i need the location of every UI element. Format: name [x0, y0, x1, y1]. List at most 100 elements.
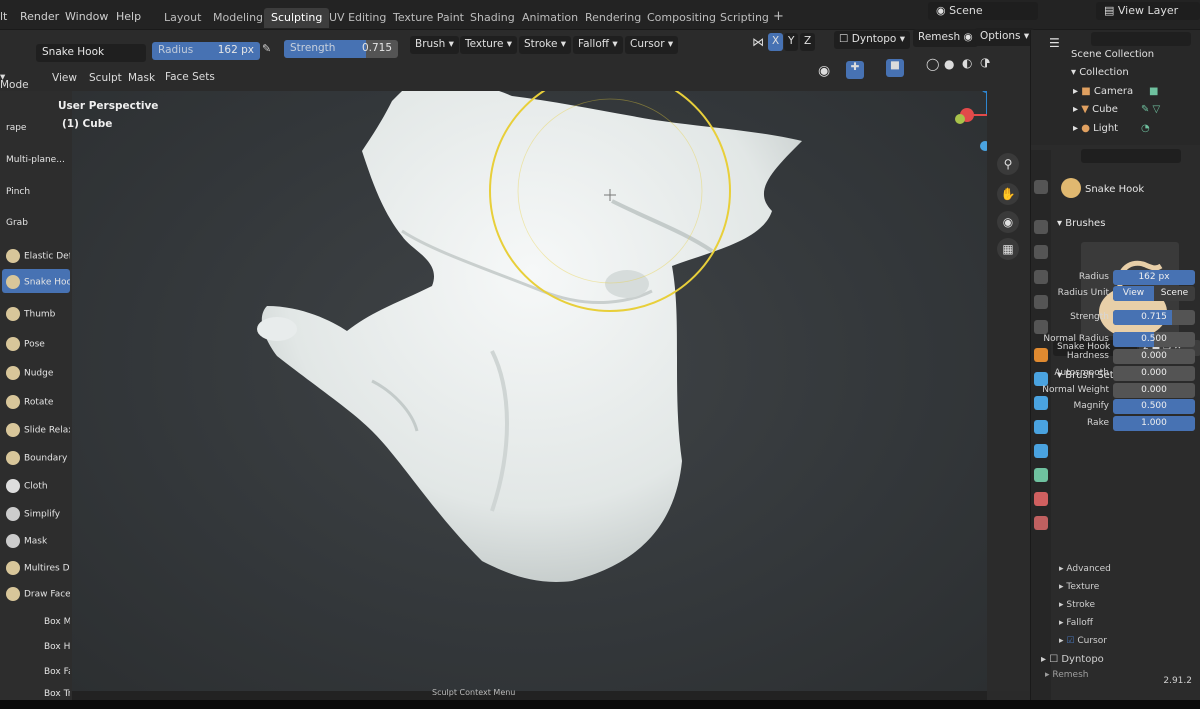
3d-viewport[interactable]: User Perspective (1) Cube [58, 91, 987, 691]
pressure-icon[interactable]: ✎ [262, 42, 276, 58]
texture-subpanel[interactable]: ▸ Texture [1059, 582, 1099, 592]
menu-render[interactable]: Render [20, 10, 59, 23]
brush-setting-slider[interactable]: 0.000 [1113, 366, 1195, 381]
scene-selector[interactable]: ◉ Scene [928, 2, 1038, 20]
particles-tab-icon[interactable] [1034, 396, 1048, 410]
brushes-panel-header[interactable]: ▾ Brushes [1057, 218, 1105, 229]
brush-setting-slider[interactable]: 0.500 [1113, 332, 1195, 347]
tab-compositing[interactable]: Compositing [640, 8, 723, 28]
face-sets-menu[interactable]: Face Sets [165, 71, 215, 83]
brush-menu[interactable]: Brush ▾ [410, 36, 459, 54]
stroke-menu[interactable]: Stroke ▾ [519, 36, 572, 54]
options-menu[interactable]: Options ▾ [975, 28, 1035, 46]
axis-y-toggle[interactable]: Y [784, 33, 799, 51]
tab-shading[interactable]: Shading [463, 8, 522, 28]
radius-field[interactable]: Radius 162 px [152, 42, 260, 60]
light-data-icon[interactable]: ◔ [1141, 123, 1150, 134]
tool-rotate[interactable]: Rotate [2, 389, 70, 413]
add-workspace-button[interactable]: + [766, 6, 791, 26]
tab-rendering[interactable]: Rendering [578, 8, 648, 28]
gizmo-toggle-icon[interactable]: ◉ [818, 63, 830, 79]
output-tab-icon[interactable] [1034, 245, 1048, 259]
menu-window[interactable]: Window [65, 10, 108, 23]
tool-draw-face-sets[interactable]: Draw Face... [2, 581, 70, 605]
tool-grab[interactable]: Grab [2, 212, 70, 236]
shading-material-icon[interactable]: ◐ [962, 56, 972, 70]
tool-nudge[interactable]: Nudge [2, 360, 70, 384]
shading-wire-icon[interactable]: ◯ [926, 57, 939, 71]
tool-scrape[interactable]: rape [2, 117, 70, 141]
tool-slide-relax[interactable]: Slide Relax [2, 417, 70, 441]
strength-field[interactable]: Strength 0.715 [284, 40, 398, 58]
outliner-light[interactable]: ▸ ● Light [1073, 123, 1118, 134]
tool-pinch[interactable]: Pinch [2, 181, 70, 205]
stroke-subpanel[interactable]: ▸ Stroke [1059, 600, 1095, 610]
tool-box-face-set[interactable]: Box Face ... [40, 661, 70, 685]
brush-setting-slider[interactable]: 0.715 [1113, 310, 1195, 325]
tool-boundary[interactable]: Boundary [2, 445, 70, 469]
xray-icon[interactable]: ■ [886, 59, 904, 77]
cursor-menu[interactable]: Cursor ▾ [625, 36, 679, 54]
outliner-type-icon[interactable]: ☰ [1049, 36, 1060, 50]
brush-setting-slider[interactable]: 0.000 [1113, 383, 1195, 398]
tab-modeling[interactable]: Modeling [206, 8, 270, 28]
tool-snake-hook[interactable]: Snake Hook [2, 269, 70, 293]
tab-texture-paint[interactable]: Texture Paint [386, 8, 471, 28]
cursor-checkbox[interactable]: ☑ [1066, 636, 1074, 646]
axis-x-toggle[interactable]: X [768, 33, 784, 51]
radius-unit-view-option[interactable]: View [1113, 286, 1154, 301]
outliner-camera[interactable]: ▸ ■ Camera [1073, 86, 1133, 97]
pan-hand-icon[interactable]: ✋ [997, 183, 1019, 205]
dyntopo-panel[interactable]: ▸ ☐ Dyntopo [1041, 654, 1104, 665]
remesh-panel[interactable]: ▸ Remesh [1045, 670, 1088, 680]
data-tab-icon[interactable] [1034, 468, 1048, 482]
mode-selector[interactable]: Mode ▾ [0, 71, 29, 91]
tool-mask[interactable]: Mask [2, 528, 70, 552]
menu-help[interactable]: Help [116, 10, 141, 23]
view-menu[interactable]: View [52, 72, 77, 84]
axis-z-toggle[interactable]: Z [800, 33, 816, 51]
tool-box-hide[interactable]: Box Hide [40, 636, 70, 660]
properties-search[interactable] [1081, 149, 1181, 163]
tool-cloth[interactable]: Cloth [2, 473, 70, 497]
menu-file[interactable]: lt [0, 10, 7, 23]
mask-menu[interactable]: Mask [128, 72, 155, 84]
physics-tab-icon[interactable] [1034, 420, 1048, 434]
brush-name-field[interactable]: Snake Hook [36, 44, 146, 62]
constraints-tab-icon[interactable] [1034, 444, 1048, 458]
shading-solid-icon[interactable]: ● [944, 57, 954, 71]
tool-box-mask[interactable]: Box Mask [40, 611, 70, 635]
material-tab-icon[interactable] [1034, 492, 1048, 506]
tool-tab-icon[interactable] [1034, 180, 1048, 194]
tool-box-trim[interactable]: Box Trim [40, 683, 70, 700]
outliner-search[interactable] [1091, 32, 1191, 46]
brush-setting-slider[interactable]: 0.000 [1113, 349, 1195, 364]
sculpt-menu[interactable]: Sculpt [89, 72, 122, 84]
falloff-menu[interactable]: Falloff ▾ [573, 36, 623, 54]
world-tab-icon[interactable] [1034, 320, 1048, 334]
tool-elastic-deform[interactable]: Elastic Def... [2, 243, 70, 267]
outliner-scene-collection[interactable]: Scene Collection [1071, 49, 1154, 60]
texture-menu[interactable]: Texture ▾ [460, 36, 518, 54]
cursor-subpanel[interactable]: ▸ ☑ Cursor [1059, 636, 1107, 646]
falloff-subpanel[interactable]: ▸ Falloff [1059, 618, 1093, 628]
view-layer-selector[interactable]: ▤ View Layer [1096, 2, 1200, 20]
brush-setting-slider[interactable]: 1.000 [1113, 416, 1195, 431]
camera-data-icon[interactable]: ■ [1149, 86, 1158, 97]
render-tab-icon[interactable] [1034, 220, 1048, 234]
ortho-grid-icon[interactable]: ▦ [997, 238, 1019, 260]
tool-simplify[interactable]: Simplify [2, 501, 70, 525]
radius-unit-scene-option[interactable]: Scene [1154, 286, 1195, 301]
brush-setting-slider[interactable]: 0.500 [1113, 399, 1195, 414]
tool-multires-displacement[interactable]: Multires Di... [2, 555, 70, 579]
remesh-menu[interactable]: Remesh ◉ [913, 29, 978, 47]
symmetry-icon[interactable]: ⋈ [752, 35, 764, 49]
tab-animation[interactable]: Animation [515, 8, 585, 28]
tool-pose[interactable]: Pose [2, 331, 70, 355]
tool-multiplane[interactable]: Multi-plane... [2, 149, 70, 173]
tab-layout[interactable]: Layout [157, 8, 208, 28]
brush-setting-slider[interactable]: View Scene [1113, 286, 1195, 301]
scene-tab-icon[interactable] [1034, 295, 1048, 309]
cube-modifier-icon[interactable]: ✎ ▽ [1141, 104, 1160, 115]
view-layer-tab-icon[interactable] [1034, 270, 1048, 284]
